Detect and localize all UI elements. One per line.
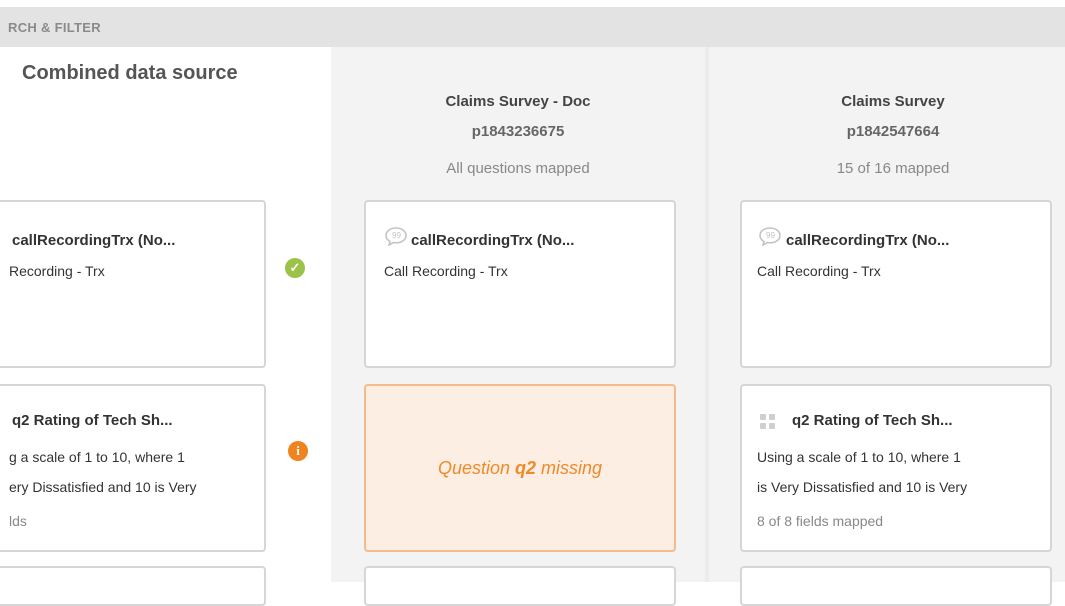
question-text-line1: g a scale of 1 to 10, where 1	[9, 449, 185, 465]
search-filter-bar[interactable]: RCH & FILTER	[0, 7, 1065, 47]
source-question-card[interactable]: q2 Rating of Tech Sh... Using a scale of…	[740, 384, 1052, 552]
mapped-check-icon: ✓	[285, 258, 305, 278]
speech-bubble-icon: 99	[385, 227, 407, 246]
source-mapping-status: 15 of 16 mapped	[836, 160, 950, 177]
speech-bubble-icon: 99	[759, 227, 781, 246]
source-title: Claims Survey - Doc	[445, 93, 591, 110]
question-title: q2 Rating of Tech Sh...	[792, 412, 953, 429]
source-question-card[interactable]	[364, 566, 676, 606]
source-id: p1842547664	[846, 123, 940, 140]
svg-text:99: 99	[766, 231, 775, 240]
source-question-card[interactable]: 99 callRecordingTrx (No... Call Recordin…	[740, 200, 1052, 368]
question-text: Call Recording - Trx	[757, 263, 881, 279]
question-text: Call Recording - Trx	[384, 263, 508, 279]
question-text-line2: is Very Dissatisfied and 10 is Very	[757, 479, 968, 495]
source-question-card[interactable]	[740, 566, 1052, 606]
question-title: q2 Rating of Tech Sh...	[12, 412, 173, 429]
fields-mapped-label: 8 of 8 fields mapped	[757, 513, 884, 529]
question-text-line1: Using a scale of 1 to 10, where 1	[757, 449, 961, 465]
source-title: Claims Survey	[841, 93, 945, 110]
svg-text:99: 99	[392, 231, 401, 240]
question-title: callRecordingTrx (No...	[786, 232, 950, 249]
combined-question-card[interactable]: q2 Rating of Tech Sh... g a scale of 1 t…	[0, 384, 266, 552]
combined-question-card[interactable]	[0, 566, 266, 606]
question-title: callRecordingTrx (No...	[411, 232, 575, 249]
info-warning-icon[interactable]: i	[288, 441, 308, 461]
search-filter-label: RCH & FILTER	[8, 20, 101, 35]
question-text: Recording - Trx	[9, 263, 105, 279]
fields-mapped-label: lds	[9, 513, 27, 529]
question-missing-text: Question q2 missing	[437, 458, 603, 478]
combined-source-title: Combined data source	[22, 62, 238, 84]
source-id: p1843236675	[471, 123, 565, 140]
question-text-line2: ery Dissatisfied and 10 is Very	[9, 479, 197, 495]
combined-question-card[interactable]: callRecordingTrx (No... Recording - Trx	[0, 200, 266, 368]
source-mapping-status: All questions mapped	[446, 160, 590, 177]
question-title: callRecordingTrx (No...	[12, 232, 176, 249]
question-missing-card[interactable]: Question q2 missing	[364, 384, 676, 552]
source-question-card[interactable]: 99 callRecordingTrx (No... Call Recordin…	[364, 200, 676, 368]
rating-grid-icon	[760, 414, 778, 432]
